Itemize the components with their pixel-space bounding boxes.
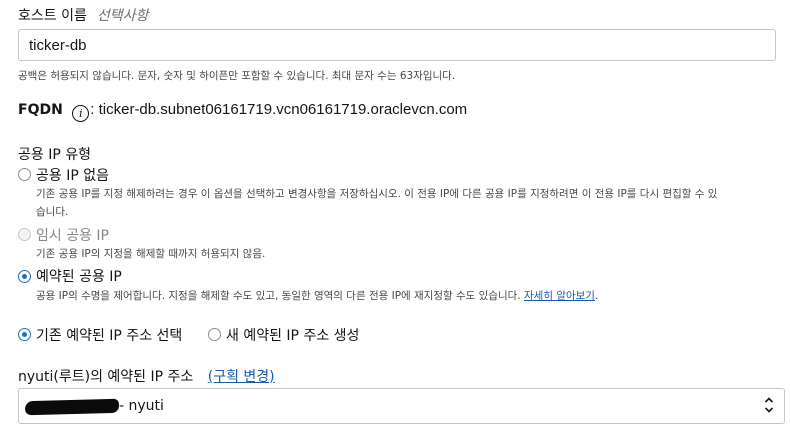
ephemeral-ip-radio[interactable] <box>18 228 31 241</box>
reserved-ip-select[interactable]: - nyuti <box>18 388 785 424</box>
hostname-label-text: 호스트 이름 <box>18 8 87 24</box>
hostname-label: 호스트 이름 선택사항 <box>18 5 148 25</box>
select-chevron-icon <box>764 395 774 416</box>
hostname-help-text: 공백은 허용되지 않습니다. 문자, 숫자 및 하이픈만 포함할 수 있습니다.… <box>18 70 456 82</box>
reserved-ip-label[interactable]: 예약된 공용 IP <box>36 266 122 286</box>
select-value-text: - nyuti <box>119 398 164 414</box>
reserved-ip-list-label: nyuti(루트)의 예약된 IP 주소 <box>18 369 194 385</box>
existing-reserved-ip-label[interactable]: 기존 예약된 IP 주소 선택 <box>36 325 182 345</box>
compartment-row: nyuti(루트)의 예약된 IP 주소 (구획 변경) <box>18 366 275 386</box>
ephemeral-ip-desc: 기존 공용 IP의 지정을 해제할 때까지 허용되지 않음. <box>36 248 266 260</box>
reserved-ip-desc-suffix: . <box>594 290 599 302</box>
no-public-ip-desc-cont: 습니다. <box>36 206 69 218</box>
redacted-ip-mark <box>24 398 120 416</box>
ephemeral-ip-label[interactable]: 임시 공용 IP <box>36 225 109 245</box>
updown-chevron-icon <box>764 397 774 413</box>
new-reserved-ip-radio[interactable] <box>208 328 221 341</box>
hostname-input[interactable] <box>18 29 776 61</box>
public-ip-type-label: 공용 IP 유형 <box>18 147 91 163</box>
existing-reserved-ip-radio[interactable] <box>18 328 31 341</box>
info-icon[interactable]: i <box>72 105 90 122</box>
reserved-ip-radio[interactable] <box>18 270 31 283</box>
new-reserved-ip-label[interactable]: 새 예약된 IP 주소 생성 <box>226 325 359 345</box>
fqdn-value: : ticker-db.subnet06161719.vcn06161719.o… <box>90 101 468 118</box>
fqdn-label: FQDN <box>18 102 63 118</box>
no-public-ip-desc: 기존 공용 IP를 지정 해제하려는 경우 이 옵션을 선택하고 변경사항을 저… <box>36 188 718 200</box>
learn-more-link[interactable]: 자세히 알아보기 <box>524 290 595 302</box>
reserved-ip-desc-text: 공용 IP의 수명을 제어합니다. 지정을 해제할 수도 있고, 동일한 영역의… <box>36 290 524 302</box>
no-public-ip-radio[interactable] <box>18 168 31 181</box>
fqdn-row: FQDN i: ticker-db.subnet06161719.vcn0616… <box>18 101 467 122</box>
no-public-ip-label[interactable]: 공용 IP 없음 <box>36 165 109 185</box>
optional-tag: 선택사항 <box>96 8 149 24</box>
change-compartment-link[interactable]: (구획 변경) <box>208 369 275 385</box>
reserved-ip-desc: 공용 IP의 수명을 제어합니다. 지정을 해제할 수도 있고, 동일한 영역의… <box>36 288 598 303</box>
